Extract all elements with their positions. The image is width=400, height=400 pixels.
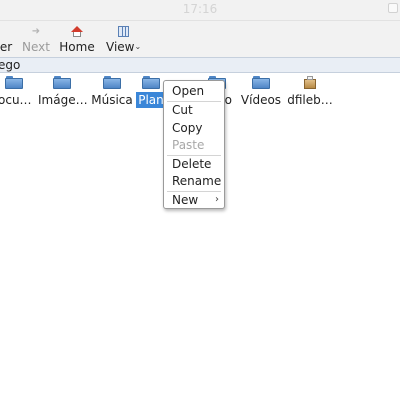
- file-item-label: Vídeos: [240, 93, 282, 107]
- menu-item-rename[interactable]: Rename: [164, 173, 224, 190]
- title-bar: 17:16: [0, 0, 400, 21]
- folder-icon: [252, 76, 270, 90]
- view-button-label: View: [106, 40, 135, 54]
- back-button[interactable]: er: [0, 25, 14, 55]
- package-icon: [304, 76, 316, 90]
- window-maximize-button[interactable]: [388, 3, 398, 13]
- file-item-label: Imáge…: [38, 93, 88, 107]
- chevron-right-icon: ›: [215, 194, 219, 205]
- menu-item-new[interactable]: New ›: [164, 192, 224, 209]
- home-button-label: Home: [59, 40, 95, 54]
- clock: 17:16: [182, 2, 218, 16]
- view-button[interactable]: View⌄: [106, 25, 142, 55]
- location-path: ego: [0, 58, 21, 72]
- menu-item-cut[interactable]: Cut: [164, 102, 224, 119]
- home-button[interactable]: Home: [58, 25, 96, 55]
- back-button-label: er: [0, 40, 13, 54]
- menu-item-paste: Paste: [172, 138, 205, 152]
- folder-icon: [5, 76, 23, 90]
- file-item-label: Música: [91, 93, 133, 107]
- menu-item-copy[interactable]: Copy: [164, 120, 224, 137]
- next-button-label: Next: [22, 40, 50, 54]
- next-button[interactable]: ➜ Next: [21, 25, 51, 55]
- address-bar[interactable]: ego: [0, 57, 400, 73]
- file-item-label: dfileb…: [287, 93, 333, 107]
- file-item-templates[interactable]: Plan: [136, 76, 166, 108]
- file-item-documents[interactable]: ocu…: [0, 76, 32, 108]
- folder-icon: [142, 76, 160, 90]
- file-item-images[interactable]: Imáge…: [38, 76, 88, 108]
- folder-icon: [103, 76, 121, 90]
- toolbar: er ➜ Next Home View⌄: [0, 21, 400, 57]
- context-menu: Open Cut Copy Paste Delete Rename New ›: [163, 80, 225, 209]
- file-item-music[interactable]: Música: [91, 76, 133, 108]
- menu-item-new-label: New: [172, 193, 199, 207]
- grid-view-icon: [117, 26, 129, 37]
- file-item-label: Plan: [136, 92, 166, 108]
- file-item-videos[interactable]: Vídeos: [240, 76, 282, 108]
- chevron-down-icon: ⌄: [134, 42, 142, 51]
- file-item-package[interactable]: dfileb…: [287, 76, 333, 108]
- home-icon: [71, 26, 83, 38]
- arrow-right-icon: ➜: [31, 26, 41, 37]
- folder-icon: [53, 76, 71, 90]
- menu-item-open[interactable]: Open: [164, 83, 224, 100]
- menu-item-delete[interactable]: Delete: [164, 156, 224, 173]
- file-item-label: ocu…: [0, 93, 32, 107]
